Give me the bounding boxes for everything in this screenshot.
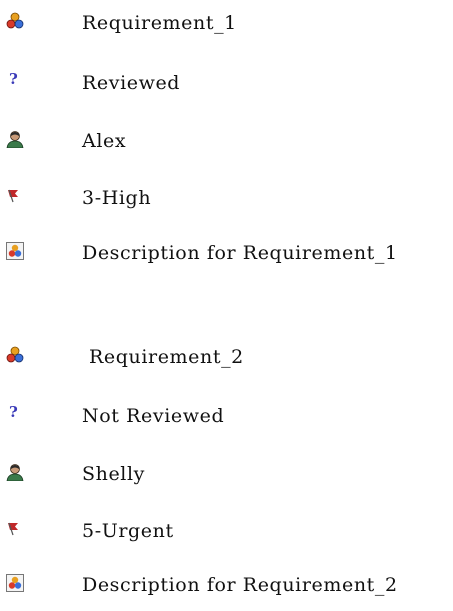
user-icon bbox=[6, 130, 24, 148]
description-text: Description for Requirement_1 bbox=[82, 242, 398, 264]
requirement-icon bbox=[6, 346, 24, 364]
description-text: Description for Requirement_2 bbox=[82, 574, 398, 596]
review-status: Not Reviewed bbox=[82, 405, 225, 427]
description-icon bbox=[6, 242, 24, 260]
review-status-row[interactable]: ? Not Reviewed bbox=[0, 399, 453, 439]
flag-icon bbox=[6, 520, 24, 538]
priority-value: 3-High bbox=[82, 187, 152, 209]
flag-icon bbox=[6, 187, 24, 205]
requirement-name-row[interactable]: Requirement_1 bbox=[0, 6, 453, 46]
owner-row[interactable]: Shelly bbox=[0, 457, 453, 497]
description-row[interactable]: Description for Requirement_2 bbox=[0, 568, 453, 608]
owner-row[interactable]: Alex bbox=[0, 124, 453, 164]
priority-row[interactable]: 3-High bbox=[0, 181, 453, 221]
requirement-icon bbox=[6, 12, 24, 30]
review-status: Reviewed bbox=[82, 72, 181, 94]
owner-name: Alex bbox=[82, 130, 127, 152]
question-mark-icon: ? bbox=[9, 403, 18, 421]
requirement-name: Requirement_2 bbox=[89, 346, 244, 368]
description-row[interactable]: Description for Requirement_1 bbox=[0, 236, 453, 276]
user-icon bbox=[6, 463, 24, 481]
requirement-name: Requirement_1 bbox=[82, 12, 237, 34]
description-icon bbox=[6, 574, 24, 592]
requirement-name-row[interactable]: Requirement_2 bbox=[0, 340, 453, 380]
question-mark-icon: ? bbox=[9, 70, 18, 88]
priority-row[interactable]: 5-Urgent bbox=[0, 514, 453, 554]
priority-value: 5-Urgent bbox=[82, 520, 174, 542]
owner-name: Shelly bbox=[82, 463, 145, 485]
review-status-row[interactable]: ? Reviewed bbox=[0, 66, 453, 106]
